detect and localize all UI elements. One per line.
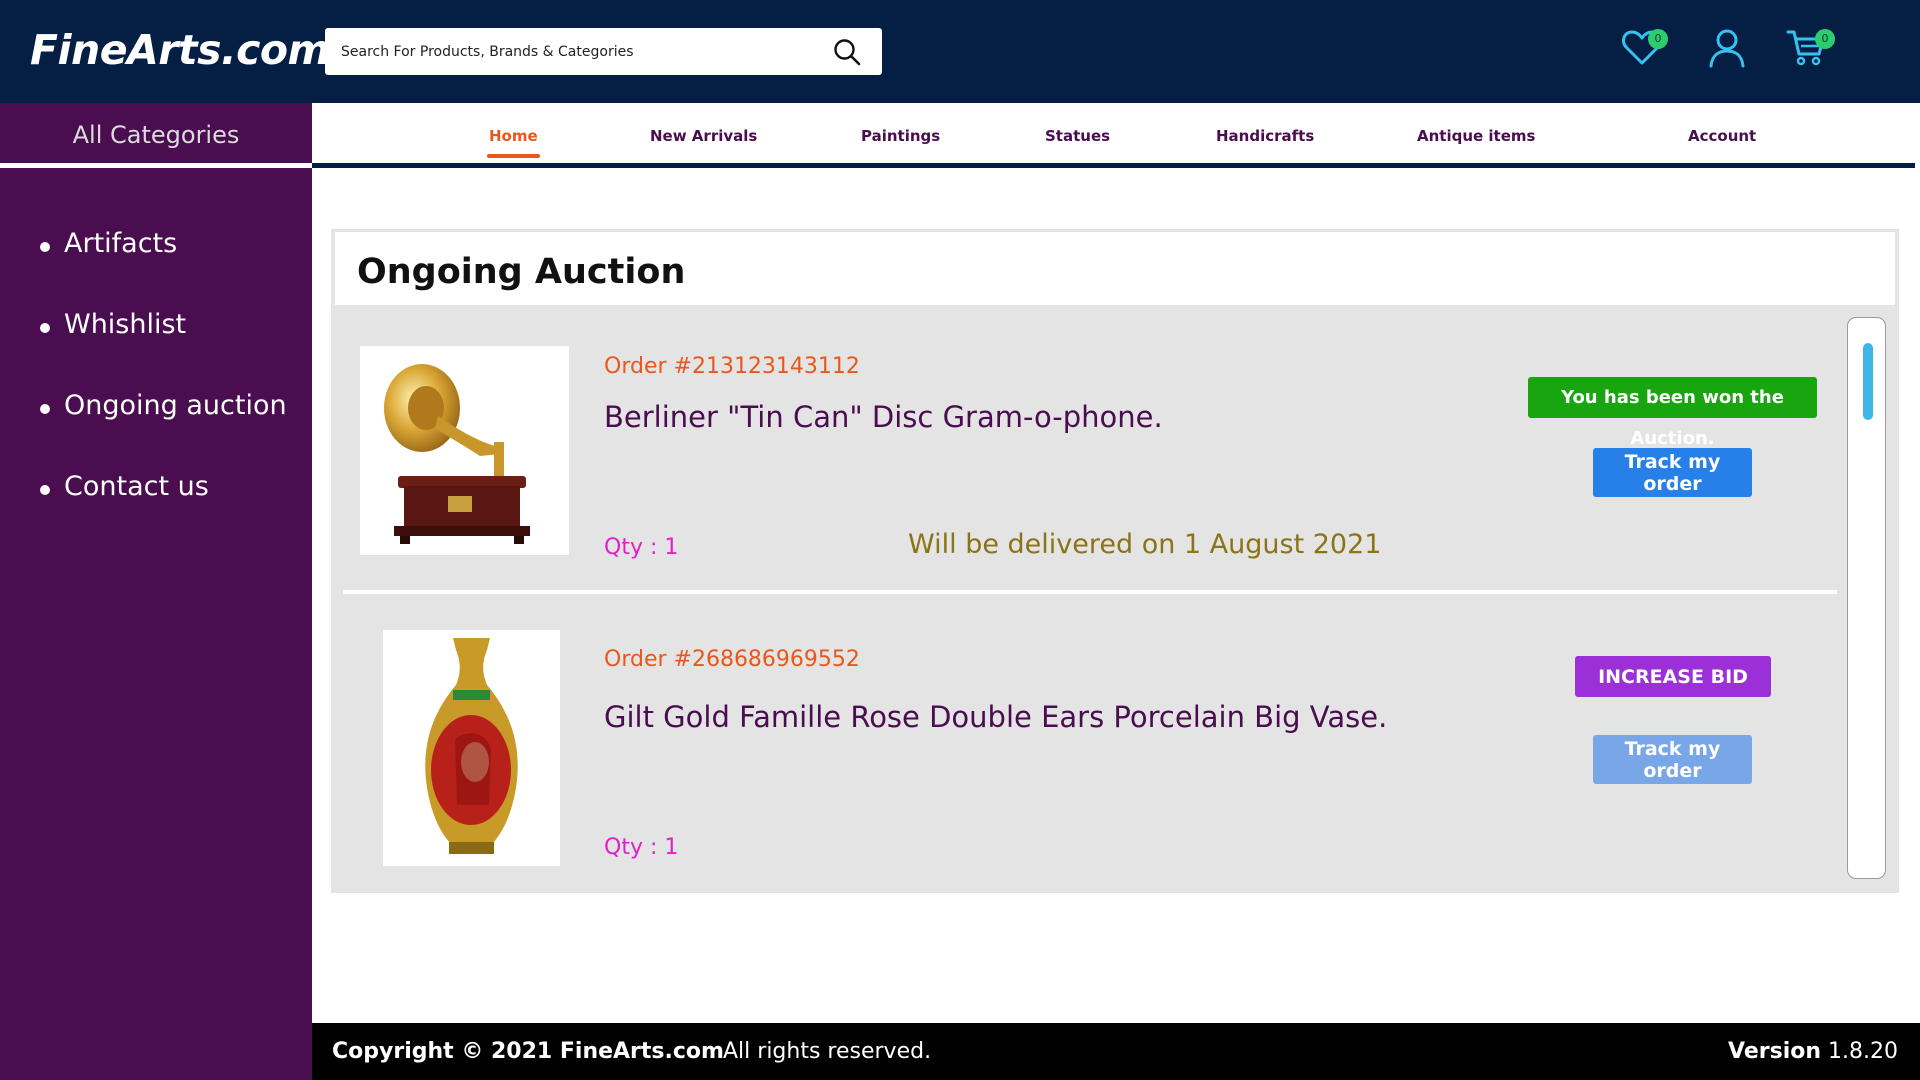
user-icon [1709, 29, 1745, 68]
product-image-vase[interactable] [383, 630, 560, 866]
scrollbar-thumb[interactable] [1863, 343, 1873, 420]
account-button[interactable] [1705, 26, 1749, 70]
product-name[interactable]: Gilt Gold Famille Rose Double Ears Porce… [604, 700, 1387, 734]
ongoing-auction-panel: Ongoing Auction [331, 229, 1899, 893]
page-title: Ongoing Auction [357, 252, 686, 292]
product-name[interactable]: Berliner "Tin Can" Disc Gram-o-phone. [604, 400, 1163, 434]
nav-handicrafts[interactable]: Handicrafts [1216, 127, 1314, 145]
order-divider [343, 590, 1837, 594]
sidebar-item-contact-us[interactable]: Contact us [38, 471, 287, 552]
search-input[interactable] [341, 28, 811, 75]
version-text: Version 1.8.20 [1728, 1039, 1898, 1064]
quantity-label: Qty : 1 [604, 835, 679, 860]
track-order-button[interactable]: Track my order [1593, 448, 1752, 497]
footer: Copyright © 2021 FineArts.com All rights… [312, 1023, 1920, 1080]
product-image-gramophone[interactable] [360, 346, 569, 555]
nav-active-indicator [487, 154, 540, 158]
wishlist-count-badge: 0 [1648, 29, 1668, 49]
nav-account[interactable]: Account [1688, 127, 1756, 145]
version-label: Version [1728, 1039, 1822, 1064]
wishlist-button[interactable]: 0 [1620, 26, 1668, 70]
quantity-label: Qty : 1 [604, 535, 679, 560]
increase-bid-button[interactable]: INCREASE BID [1575, 656, 1771, 697]
panel-header: Ongoing Auction [335, 232, 1895, 305]
nav-statues[interactable]: Statues [1045, 127, 1110, 145]
auction-won-badge: You has been won the Auction. [1528, 377, 1817, 449]
copyright-text: Copyright © 2021 FineArts.com [332, 1039, 724, 1064]
cart-button[interactable]: 0 [1785, 26, 1835, 70]
delivery-date: Will be delivered on 1 August 2021 [908, 529, 1382, 560]
version-number: 1.8.20 [1828, 1039, 1898, 1064]
sidebar-item-wishlist[interactable]: Whishlist [38, 309, 287, 390]
nav-home[interactable]: Home [489, 127, 538, 145]
order-number: Order #213123143112 [604, 354, 860, 379]
sidebar: All Categories Artifacts Whishlist Ongoi… [0, 103, 312, 1080]
header: FineArts.com 0 0 [0, 0, 1920, 103]
top-nav: Home New Arrivals Paintings Statues Hand… [312, 103, 1915, 168]
search-icon[interactable] [832, 37, 862, 67]
sidebar-item-artifacts[interactable]: Artifacts [38, 228, 287, 309]
rights-text: All rights reserved. [723, 1039, 932, 1064]
nav-antique-items[interactable]: Antique items [1417, 127, 1535, 145]
site-logo[interactable]: FineArts.com [30, 26, 330, 74]
nav-new-arrivals[interactable]: New Arrivals [650, 127, 757, 145]
gramophone-image [384, 364, 530, 544]
order-number: Order #268686969552 [604, 647, 860, 672]
nav-paintings[interactable]: Paintings [861, 127, 940, 145]
vase-image [425, 638, 518, 854]
sidebar-item-ongoing-auction[interactable]: Ongoing auction [38, 390, 287, 471]
search-bar [325, 28, 882, 75]
track-order-button[interactable]: Track my order [1593, 735, 1752, 784]
sidebar-menu: Artifacts Whishlist Ongoing auction Cont… [38, 228, 287, 552]
scrollbar[interactable] [1847, 317, 1886, 879]
cart-count-badge: 0 [1815, 29, 1835, 49]
all-categories-button[interactable]: All Categories [0, 103, 312, 168]
